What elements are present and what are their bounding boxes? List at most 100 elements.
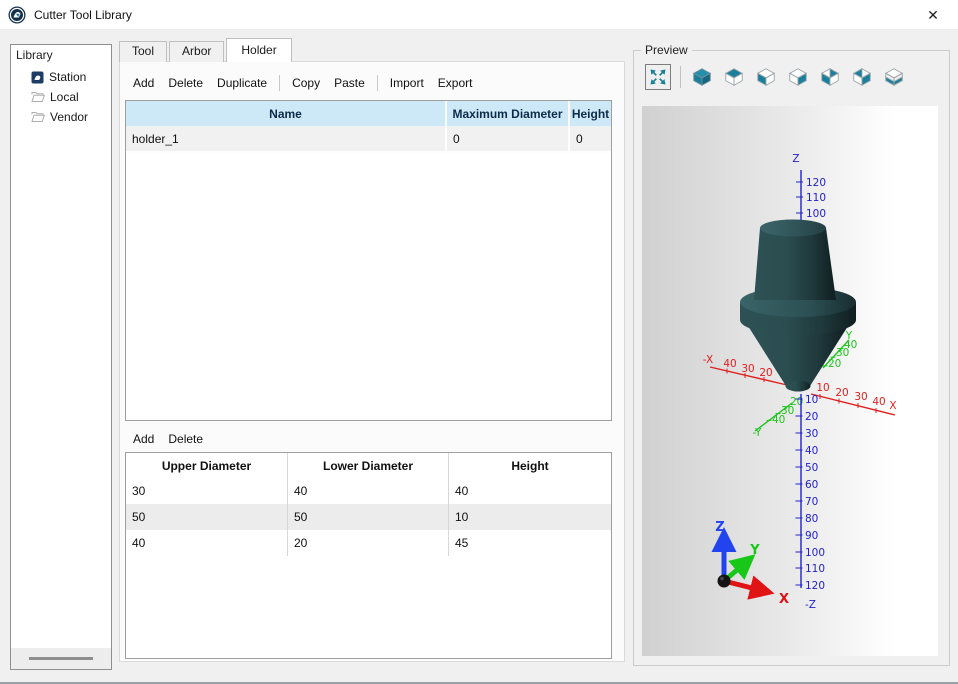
add-holder-button[interactable]: Add [126, 74, 161, 92]
preview-panel-label: Preview [641, 43, 692, 57]
toolbar-separator [279, 75, 280, 91]
cell-height[interactable]: 10 [449, 504, 611, 530]
paste-button[interactable]: Paste [327, 74, 372, 92]
cell-height[interactable]: 45 [449, 530, 611, 556]
cell-lower-diameter[interactable]: 20 [288, 530, 449, 556]
table-row[interactable]: holder_1 0 0 [126, 126, 611, 153]
delete-segment-button[interactable]: Delete [161, 430, 210, 448]
toolbar-separator [680, 66, 681, 88]
x-axis-label: X [889, 400, 896, 412]
sidebar-item-station[interactable]: Station [11, 67, 111, 87]
column-header-maximum-diameter: Maximum Diameter [447, 101, 570, 126]
library-tree: Station Local Vendor [11, 67, 111, 127]
view-toolbar [645, 63, 910, 91]
import-button[interactable]: Import [383, 74, 431, 92]
app-logo-icon [8, 6, 26, 24]
delete-holder-button[interactable]: Delete [161, 74, 210, 92]
x-tick-label: 20 [759, 367, 772, 379]
z-tick-label: 100 [805, 547, 825, 559]
preview-viewport[interactable]: Z 120 110 100 -X 40 30 20 [642, 106, 938, 656]
cell-upper-diameter[interactable]: 50 [126, 504, 288, 530]
title-bar: Cutter Tool Library ✕ [0, 0, 958, 30]
right-view-icon [787, 66, 809, 88]
column-header-lower-diameter: Lower Diameter [288, 453, 449, 478]
segments-table-header: Upper Diameter Lower Diameter Height [126, 453, 611, 478]
table-row[interactable]: 40 20 45 [126, 530, 611, 556]
cutter-tool-library-window: Cutter Tool Library ✕ Library Station Lo… [0, 0, 958, 684]
z-tick-label: 120 [805, 580, 825, 592]
z-tick-label: 100 [806, 208, 826, 220]
cell-height[interactable]: 40 [449, 478, 611, 504]
sidebar-footer [11, 648, 111, 669]
triad-y-label: Y [749, 543, 760, 558]
toolbar-separator [377, 75, 378, 91]
y-tick-label: 20 [828, 358, 841, 370]
z-tick-label: 90 [805, 530, 818, 542]
cell-holder-name[interactable]: holder_1 [126, 126, 447, 151]
x-tick-label: 30 [741, 363, 754, 375]
holders-table: Name Maximum Diameter Height holder_1 0 … [125, 100, 612, 421]
z-axis-neg-label: -Z [805, 599, 816, 611]
tab-holder[interactable]: Holder [226, 38, 291, 62]
holders-toolbar: Add Delete Duplicate Copy Paste Import E… [126, 72, 479, 94]
table-row[interactable]: 30 40 40 [126, 478, 611, 504]
z-tick-label: 110 [806, 192, 826, 204]
z-tick-label: 30 [805, 428, 818, 440]
export-button[interactable]: Export [431, 74, 480, 92]
fit-view-button[interactable] [645, 64, 671, 90]
sidebar-item-local[interactable]: Local [11, 87, 111, 107]
cell-upper-diameter[interactable]: 40 [126, 530, 288, 556]
column-header-height: Height [570, 101, 611, 126]
tree-item-label: Vendor [50, 110, 88, 124]
isometric-view-button[interactable] [689, 64, 715, 90]
cell-lower-diameter[interactable]: 50 [288, 504, 449, 530]
front-view-button[interactable] [753, 64, 779, 90]
copy-button[interactable]: Copy [285, 74, 327, 92]
left-view-button[interactable] [817, 64, 843, 90]
y-axis-neg-label: -Y [753, 427, 763, 439]
left-view-icon [819, 66, 841, 88]
add-segment-button[interactable]: Add [126, 430, 161, 448]
back-view-button[interactable] [849, 64, 875, 90]
preview-panel: Preview [633, 50, 950, 666]
segments-table: Upper Diameter Lower Diameter Height 30 … [125, 452, 612, 659]
column-header-upper-diameter: Upper Diameter [126, 453, 288, 478]
triad-x-label: X [779, 592, 789, 607]
table-row[interactable]: 50 50 10 [126, 504, 611, 530]
bottom-view-icon [883, 66, 905, 88]
sidebar-item-vendor[interactable]: Vendor [11, 107, 111, 127]
duplicate-holder-button[interactable]: Duplicate [210, 74, 274, 92]
z-tick-label: 120 [806, 177, 826, 189]
right-view-button[interactable] [785, 64, 811, 90]
z-tick-label: 10 [805, 394, 818, 406]
station-logo-icon [31, 71, 44, 84]
tab-tool[interactable]: Tool [119, 41, 167, 62]
y-tick-label: 40 [772, 414, 785, 426]
column-header-name: Name [126, 101, 447, 126]
x-tick-label: 10 [816, 382, 829, 394]
cell-lower-diameter[interactable]: 40 [288, 478, 449, 504]
x-tick-label: 20 [835, 387, 848, 399]
tab-bar: Tool Arbor Holder [119, 38, 294, 62]
window-title: Cutter Tool Library [34, 8, 132, 22]
fit-view-icon [648, 67, 668, 87]
z-tick-label: 70 [805, 496, 818, 508]
library-panel: Library Station Local [10, 44, 112, 670]
z-tick-label: 110 [805, 563, 825, 575]
holder-tab-panel: Add Delete Duplicate Copy Paste Import E… [119, 61, 625, 662]
tab-arbor[interactable]: Arbor [169, 41, 224, 62]
close-button[interactable]: ✕ [920, 4, 946, 26]
resize-grip[interactable] [29, 657, 93, 660]
cell-upper-diameter[interactable]: 30 [126, 478, 288, 504]
segments-toolbar: Add Delete [126, 428, 210, 450]
x-axis-neg-label: -X [703, 354, 713, 366]
top-view-button[interactable] [721, 64, 747, 90]
cell-holder-max-diameter[interactable]: 0 [447, 126, 570, 151]
cell-holder-height[interactable]: 0 [570, 126, 611, 151]
back-view-icon [851, 66, 873, 88]
triad-z-label: Z [715, 520, 724, 535]
tree-item-label: Station [49, 70, 86, 84]
bottom-view-button[interactable] [881, 64, 907, 90]
folder-icon [31, 91, 45, 103]
z-axis-label: Z [792, 153, 799, 165]
